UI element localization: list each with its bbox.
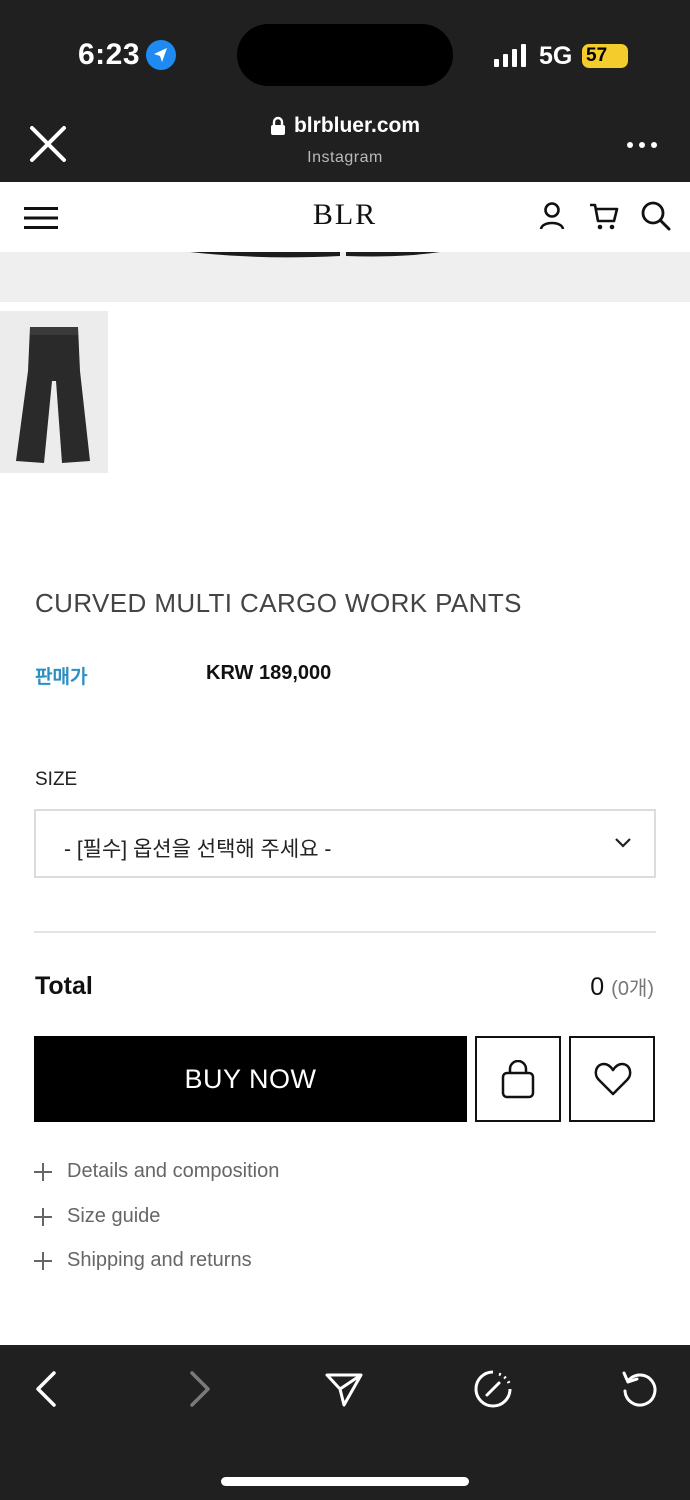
accordion-label: Shipping and returns — [67, 1249, 252, 1271]
accordion-label: Size guide — [67, 1205, 161, 1227]
status-time: 6:23 — [78, 38, 141, 71]
total-value: 0 (0개) — [590, 972, 654, 1002]
battery-icon: 57 — [582, 44, 628, 68]
product-main-image — [0, 252, 690, 302]
speed-gauge-icon[interactable] — [473, 1369, 513, 1409]
forward-icon[interactable] — [178, 1369, 218, 1409]
battery-level: 57 — [586, 45, 608, 66]
back-icon[interactable] — [28, 1369, 68, 1409]
accordion-shipping[interactable]: Shipping and returns — [34, 1249, 252, 1272]
total-label: Total — [35, 972, 93, 1000]
share-icon[interactable] — [324, 1369, 364, 1409]
heart-icon — [594, 1062, 632, 1096]
plus-icon — [34, 1162, 52, 1181]
divider — [34, 931, 656, 933]
add-to-cart-button[interactable] — [475, 1036, 561, 1122]
reload-icon[interactable] — [620, 1369, 660, 1409]
price-label: 판매가 — [35, 667, 88, 688]
more-options-icon[interactable] — [626, 140, 658, 150]
accordion-size-guide[interactable]: Size guide — [34, 1205, 160, 1228]
price-value: KRW 189,000 — [206, 662, 332, 684]
size-label: SIZE — [35, 769, 78, 790]
product-title: CURVED MULTI CARGO WORK PANTS — [35, 588, 522, 618]
account-icon[interactable] — [536, 200, 568, 232]
accordion-label: Details and composition — [67, 1160, 280, 1182]
wishlist-button[interactable] — [569, 1036, 655, 1122]
cellular-signal-icon — [494, 44, 526, 67]
accordion-details[interactable]: Details and composition — [34, 1160, 279, 1183]
url-text: blrbluer.com — [293, 114, 421, 137]
plus-icon — [34, 1207, 52, 1226]
shopping-bag-icon — [501, 1060, 535, 1099]
address-bar[interactable]: blrbluer.com Instagram — [0, 114, 690, 167]
site-header: BLR — [0, 182, 690, 252]
total-amount: 0 — [590, 973, 605, 1001]
lock-icon — [270, 116, 285, 135]
site-logo[interactable]: BLR — [0, 198, 690, 232]
dynamic-island — [237, 24, 453, 86]
size-select[interactable]: - [필수] 옵션을 선택해 주세요 - — [34, 809, 656, 878]
cart-icon[interactable] — [588, 200, 620, 232]
chevron-down-icon — [615, 838, 631, 848]
browser-toolbar — [0, 1345, 690, 1500]
home-indicator — [221, 1477, 469, 1486]
in-app-browser-header: 6:23 5G 57 blrbluer.com Instagram — [0, 0, 690, 182]
location-arrow-icon — [146, 40, 176, 70]
buy-now-button[interactable]: BUY NOW — [34, 1036, 467, 1122]
network-type: 5G — [539, 42, 573, 70]
product-thumbnail[interactable] — [0, 311, 108, 473]
url-source: Instagram — [307, 149, 383, 166]
search-icon[interactable] — [640, 200, 672, 232]
total-count: (0개) — [611, 978, 654, 1000]
plus-icon — [34, 1251, 52, 1270]
size-select-value: - [필수] 옵션을 선택해 주세요 - — [64, 838, 332, 861]
